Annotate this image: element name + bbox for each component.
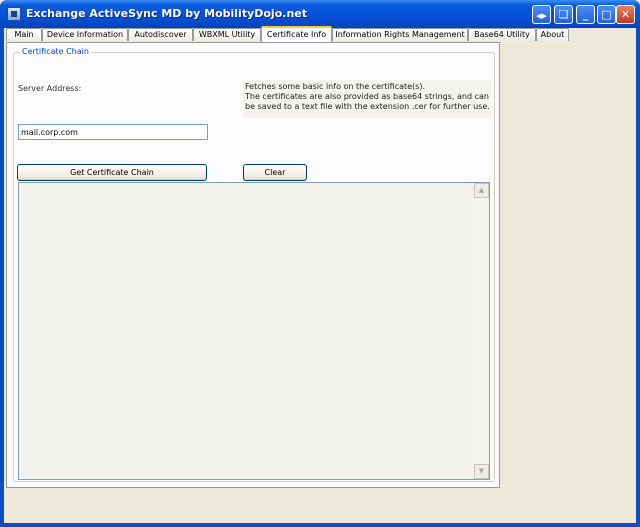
client-area: Main Device Information Autodiscover WBX…: [4, 26, 636, 523]
window-title: Exchange ActiveSync MD by MobilityDojo.n…: [26, 7, 307, 20]
close-button[interactable]: ✕: [616, 5, 635, 24]
certificate-info-panel: Certificate Chain Server Address: Fetche…: [6, 42, 500, 488]
tab-main[interactable]: Main: [6, 28, 42, 41]
group-title: Certificate Chain: [20, 47, 91, 56]
clear-button[interactable]: Clear: [243, 164, 307, 181]
arrows-icon: ◀▶: [536, 12, 547, 20]
description-line-3: be saved to a text file with the extensi…: [245, 102, 490, 111]
description-text: Fetches some basic info on the certifica…: [243, 80, 491, 118]
server-address-input[interactable]: [18, 124, 208, 140]
minimize-icon: _: [582, 8, 589, 21]
maximize-icon: □: [601, 8, 612, 21]
app-icon[interactable]: [7, 7, 21, 21]
tab-about[interactable]: About: [536, 28, 569, 41]
restore-icon: ❏: [558, 8, 569, 21]
tab-device-information[interactable]: Device Information: [42, 28, 128, 41]
up-arrow-icon: ▲: [478, 186, 485, 194]
vertical-scrollbar[interactable]: ▲ ▼: [474, 183, 489, 479]
tab-autodiscover[interactable]: Autodiscover: [128, 28, 193, 41]
tab-base64-utility[interactable]: Base64 Utility: [468, 28, 536, 41]
scroll-down-button[interactable]: ▼: [474, 464, 489, 479]
main-window: Exchange ActiveSync MD by MobilityDojo.n…: [0, 0, 640, 527]
extra-window-button[interactable]: ◀▶: [532, 5, 551, 24]
tab-certificate-info[interactable]: Certificate Info: [261, 26, 332, 42]
server-address-label: Server Address:: [18, 84, 82, 93]
scroll-up-button[interactable]: ▲: [474, 183, 489, 198]
tab-wbxml-utility[interactable]: WBXML Utility: [193, 28, 261, 41]
maximize-button[interactable]: □: [597, 5, 616, 24]
title-bar[interactable]: Exchange ActiveSync MD by MobilityDojo.n…: [0, 0, 640, 28]
description-line-1: Fetches some basic info on the certifica…: [245, 82, 426, 91]
down-arrow-icon: ▼: [478, 467, 485, 475]
close-icon: ✕: [620, 8, 631, 21]
tab-information-rights-management[interactable]: Information Rights Management: [332, 28, 468, 41]
restore-window-button[interactable]: ❏: [554, 5, 573, 24]
certificate-output-textarea[interactable]: ▲ ▼: [18, 182, 490, 480]
get-certificate-chain-button[interactable]: Get Certificate Chain: [17, 164, 207, 181]
certificate-chain-group: Certificate Chain Server Address: Fetche…: [13, 47, 495, 482]
minimize-button[interactable]: _: [576, 5, 595, 24]
description-line-2: The certificates are also provided as ba…: [245, 92, 489, 101]
